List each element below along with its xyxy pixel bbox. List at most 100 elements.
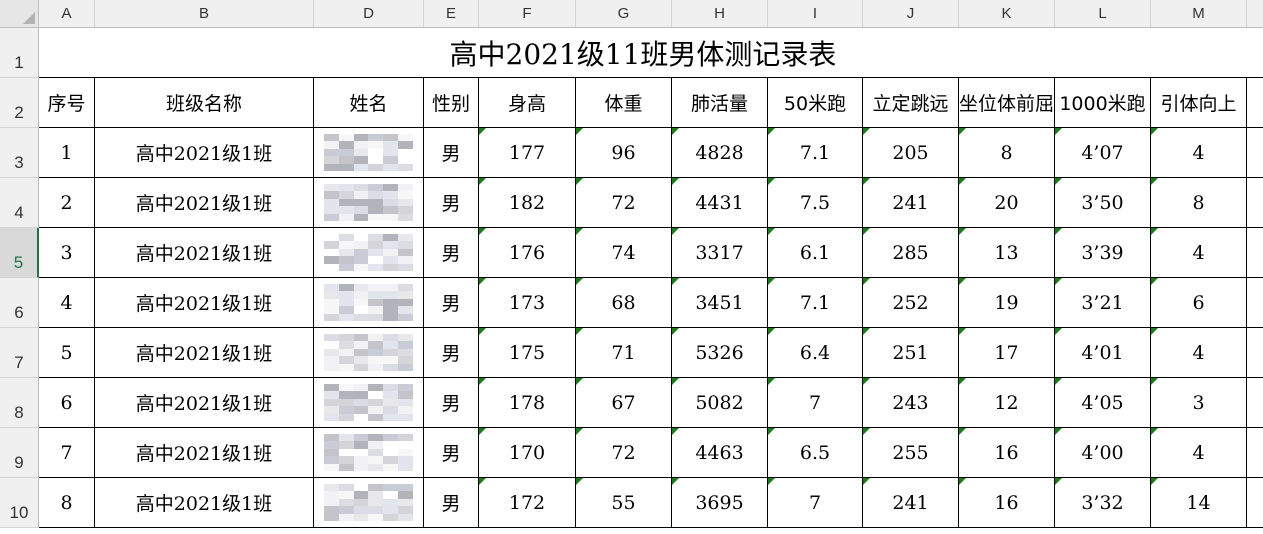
table-cell[interactable]: 2 (39, 178, 95, 228)
table-cell[interactable]: 96 (576, 128, 672, 178)
table-cell[interactable]: 4431 (672, 178, 768, 228)
table-cell[interactable]: 1 (39, 128, 95, 178)
table-cell[interactable]: 6.1 (768, 228, 863, 278)
row-header-3[interactable]: 3 (0, 128, 39, 178)
table-cell[interactable]: 68 (576, 278, 672, 328)
table-cell[interactable]: 4’05 (1055, 378, 1151, 428)
table-cell[interactable]: 8 (39, 478, 95, 528)
table-cell[interactable]: 71 (576, 328, 672, 378)
name-cell-redacted[interactable] (314, 278, 424, 328)
table-cell[interactable]: 8 (1151, 178, 1247, 228)
column-header-h[interactable]: H (672, 0, 768, 28)
table-cell[interactable]: 55 (576, 478, 672, 528)
table-cell[interactable]: 16 (959, 478, 1055, 528)
table-cell[interactable]: 178 (479, 378, 576, 428)
cell-blank[interactable] (1247, 278, 1263, 328)
column-header-g[interactable]: G (576, 0, 672, 28)
row-header-6[interactable]: 6 (0, 278, 39, 328)
table-cell[interactable]: 高中2021级1班 (95, 278, 314, 328)
column-header-f[interactable]: F (479, 0, 576, 28)
header-cell[interactable]: 身高 (479, 78, 576, 128)
table-cell[interactable]: 7 (768, 478, 863, 528)
header-cell[interactable]: 引体向上 (1151, 78, 1247, 128)
table-cell[interactable]: 3 (39, 228, 95, 278)
table-cell[interactable]: 241 (863, 478, 959, 528)
table-cell[interactable]: 175 (479, 328, 576, 378)
table-cell[interactable]: 8 (959, 128, 1055, 178)
table-cell[interactable]: 20 (959, 178, 1055, 228)
cell-grid[interactable]: 高中2021级11班男体测记录表 序号 班级名称 姓名 性别 身高 体重 肺活量 50米跑 立定跳… (39, 28, 1263, 528)
table-cell[interactable]: 4 (39, 278, 95, 328)
cell-blank[interactable] (1247, 428, 1263, 478)
table-cell[interactable]: 高中2021级1班 (95, 428, 314, 478)
table-cell[interactable]: 男 (424, 378, 479, 428)
name-cell-redacted[interactable] (314, 428, 424, 478)
name-cell-redacted[interactable] (314, 328, 424, 378)
table-cell[interactable]: 高中2021级1班 (95, 378, 314, 428)
table-cell[interactable]: 4 (1151, 128, 1247, 178)
column-header-e[interactable]: E (424, 0, 479, 28)
row-header-10[interactable]: 10 (0, 478, 39, 528)
table-cell[interactable]: 男 (424, 478, 479, 528)
table-cell[interactable]: 4 (1151, 328, 1247, 378)
table-cell[interactable]: 5326 (672, 328, 768, 378)
cell-blank[interactable] (1247, 28, 1263, 78)
header-cell[interactable]: 坐位体前屈 (959, 78, 1055, 128)
table-cell[interactable]: 5 (39, 328, 95, 378)
table-cell[interactable]: 男 (424, 328, 479, 378)
table-cell[interactable]: 17 (959, 328, 1055, 378)
table-cell[interactable]: 14 (1151, 478, 1247, 528)
table-cell[interactable]: 7 (39, 428, 95, 478)
table-cell[interactable]: 6.4 (768, 328, 863, 378)
table-cell[interactable]: 高中2021级1班 (95, 128, 314, 178)
table-cell[interactable]: 男 (424, 228, 479, 278)
cell-blank[interactable] (1247, 128, 1263, 178)
table-cell[interactable]: 72 (576, 178, 672, 228)
header-cell[interactable]: 姓名 (314, 78, 424, 128)
spreadsheet[interactable]: ABDEFGHIJKLM 1 2 3 4 5 6 7 8 9 10 高中2021级11班男体测记录… (0, 0, 1263, 534)
name-cell-redacted[interactable] (314, 178, 424, 228)
table-cell[interactable]: 4’00 (1055, 428, 1151, 478)
column-header-k[interactable]: K (959, 0, 1055, 28)
select-all-button[interactable] (0, 0, 39, 28)
table-cell[interactable]: 4’07 (1055, 128, 1151, 178)
header-cell[interactable]: 立定跳远 (863, 78, 959, 128)
table-cell[interactable]: 182 (479, 178, 576, 228)
table-cell[interactable]: 男 (424, 278, 479, 328)
table-cell[interactable]: 3’39 (1055, 228, 1151, 278)
row-header-9[interactable]: 9 (0, 428, 39, 478)
table-cell[interactable]: 3’32 (1055, 478, 1151, 528)
row-header-8[interactable]: 8 (0, 378, 39, 428)
table-cell[interactable]: 285 (863, 228, 959, 278)
table-cell[interactable]: 6 (39, 378, 95, 428)
table-cell[interactable]: 251 (863, 328, 959, 378)
header-cell[interactable]: 序号 (39, 78, 95, 128)
row-header-4[interactable]: 4 (0, 178, 39, 228)
table-cell[interactable]: 男 (424, 428, 479, 478)
table-cell[interactable]: 高中2021级1班 (95, 478, 314, 528)
table-cell[interactable]: 7 (768, 378, 863, 428)
table-cell[interactable]: 252 (863, 278, 959, 328)
row-header-7[interactable]: 7 (0, 328, 39, 378)
name-cell-redacted[interactable] (314, 478, 424, 528)
cell-blank[interactable] (1247, 478, 1263, 528)
sheet-title[interactable]: 高中2021级11班男体测记录表 (39, 28, 1247, 78)
table-cell[interactable]: 3 (1151, 378, 1247, 428)
header-cell[interactable]: 肺活量 (672, 78, 768, 128)
table-cell[interactable]: 7.1 (768, 278, 863, 328)
table-cell[interactable]: 6 (1151, 278, 1247, 328)
table-cell[interactable]: 177 (479, 128, 576, 178)
table-cell[interactable]: 高中2021级1班 (95, 328, 314, 378)
cell-blank[interactable] (1247, 78, 1263, 128)
table-cell[interactable]: 4 (1151, 228, 1247, 278)
table-cell[interactable]: 205 (863, 128, 959, 178)
row-header-2[interactable]: 2 (0, 78, 39, 128)
header-cell[interactable]: 性别 (424, 78, 479, 128)
table-cell[interactable]: 5082 (672, 378, 768, 428)
header-cell[interactable]: 1000米跑 (1055, 78, 1151, 128)
cell-blank[interactable] (1247, 228, 1263, 278)
table-cell[interactable]: 241 (863, 178, 959, 228)
cell-blank[interactable] (1247, 178, 1263, 228)
table-cell[interactable]: 170 (479, 428, 576, 478)
table-cell[interactable]: 男 (424, 178, 479, 228)
